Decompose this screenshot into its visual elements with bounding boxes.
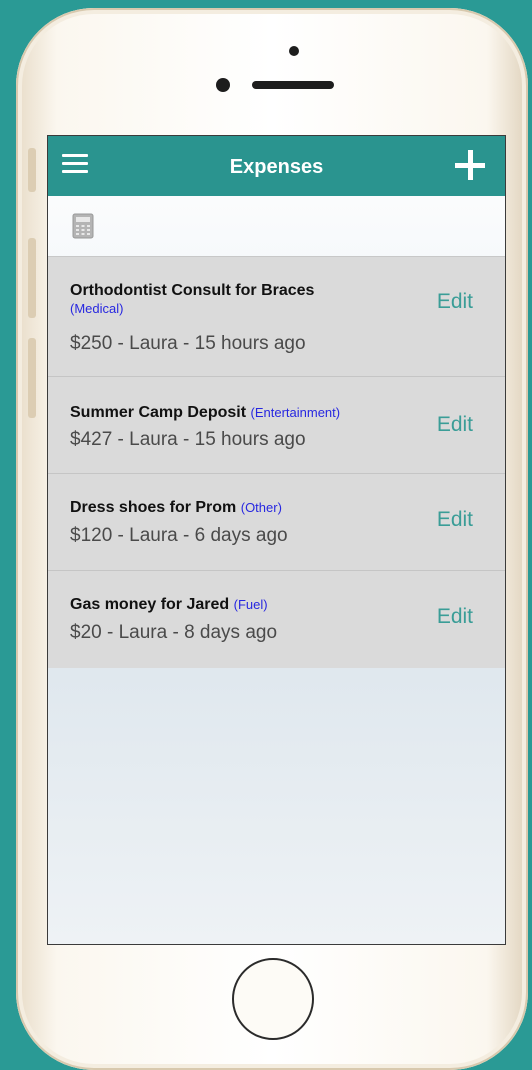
proximity-sensor [289, 46, 299, 56]
edit-button[interactable]: Edit [437, 290, 473, 314]
expense-title: Summer Camp Deposit [70, 404, 247, 421]
expense-title: Orthodontist Consult for Braces [70, 282, 315, 299]
expense-title: Gas money for Jared [70, 596, 230, 613]
expense-row[interactable]: Dress shoes for Prom (Other) $120 - Laur… [48, 474, 505, 571]
expense-meta: $20 - Laura - 8 days ago [70, 622, 278, 643]
volume-down-button [28, 338, 36, 418]
expense-row[interactable]: Orthodontist Consult for Braces (Medical… [48, 257, 505, 377]
mute-switch [28, 148, 36, 192]
edit-button[interactable]: Edit [437, 508, 473, 532]
expense-category: (Fuel) [233, 597, 268, 612]
expense-row[interactable]: Gas money for Jared (Fuel) $20 - Laura -… [48, 571, 505, 668]
expense-list: Orthodontist Consult for Braces (Medical… [48, 256, 505, 668]
home-button[interactable] [232, 958, 314, 1040]
edit-button[interactable]: Edit [437, 413, 473, 437]
expense-category: (Entertainment) [250, 405, 341, 420]
navigation-bar: Expenses [48, 136, 505, 196]
earpiece-speaker [252, 81, 334, 89]
expense-meta: $250 - Laura - 15 hours ago [70, 333, 306, 354]
expense-meta: $427 - Laura - 15 hours ago [70, 429, 306, 450]
expense-row[interactable]: Summer Camp Deposit (Entertainment) $427… [48, 377, 505, 474]
expense-meta: $120 - Laura - 6 days ago [70, 525, 288, 546]
toolbar [48, 196, 505, 256]
edit-button[interactable]: Edit [437, 605, 473, 629]
expense-title: Dress shoes for Prom [70, 499, 237, 516]
app-screen: Expenses Orthodontist Consult for Braces [48, 136, 505, 944]
volume-up-button [28, 238, 36, 318]
front-camera [216, 78, 230, 92]
expense-category: (Other) [240, 500, 282, 515]
page-title: Expenses [229, 156, 324, 178]
plus-icon[interactable] [455, 150, 485, 180]
expense-category: (Medical) [70, 301, 124, 316]
calculator-icon[interactable] [72, 213, 94, 239]
